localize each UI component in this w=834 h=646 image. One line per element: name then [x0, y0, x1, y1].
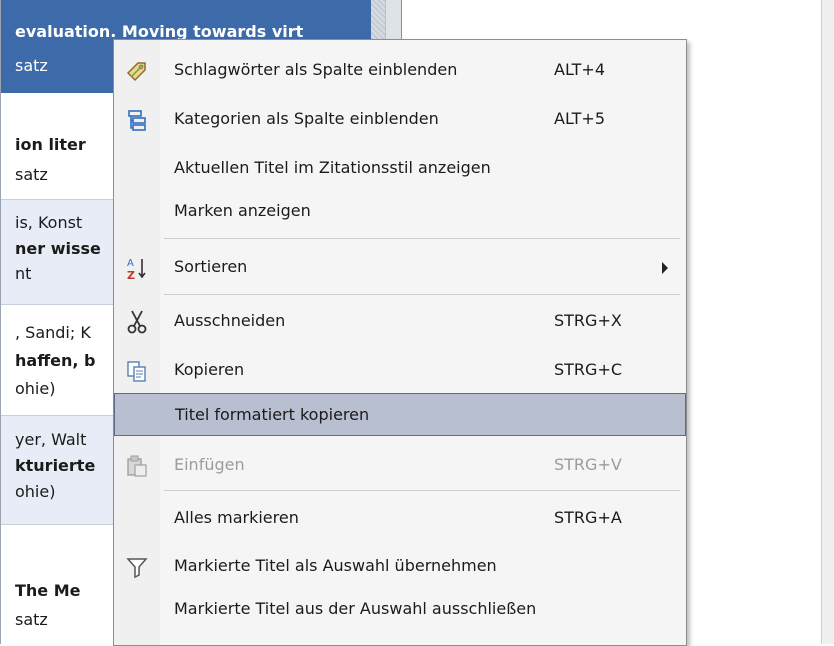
menu-item-show-keywords-column[interactable]: Schlagwörter als Spalte einblenden ALT+4 — [114, 47, 686, 96]
menu-item-show-categories-column[interactable]: Kategorien als Spalte einblenden ALT+5 — [114, 96, 686, 145]
menu-item-shortcut: ALT+5 — [554, 109, 606, 128]
tag-icon — [124, 58, 150, 84]
menu-item-label: Schlagwörter als Spalte einblenden — [174, 60, 458, 79]
submenu-arrow-icon — [662, 262, 668, 274]
menu-item-copy[interactable]: Kopieren STRG+C — [114, 347, 686, 396]
menu-item-label: Aktuellen Titel im Zitationsstil anzeige… — [174, 158, 491, 177]
menu-item-label: Titel formatiert kopieren — [175, 405, 370, 424]
menu-item-label: Kategorien als Spalte einblenden — [174, 109, 439, 128]
scissors-icon — [124, 309, 150, 335]
sort-az-icon: AZ — [124, 255, 150, 281]
list-item-title: ner wisse — [15, 239, 101, 258]
menu-item-shortcut: STRG+A — [554, 508, 622, 527]
menu-item-label: Markierte Titel als Auswahl übernehmen — [174, 556, 497, 575]
list-item-type: satz — [15, 56, 48, 75]
menu-item-label: Kopieren — [174, 360, 245, 379]
menu-item-label: Marken anzeigen — [174, 201, 311, 220]
menu-item-label: Alles markieren — [174, 508, 299, 527]
copy-icon — [124, 358, 150, 384]
paste-icon — [124, 453, 150, 479]
menu-item-sort[interactable]: AZ Sortieren — [114, 244, 686, 293]
category-tree-icon — [124, 107, 150, 133]
window-edge — [821, 0, 834, 644]
svg-text:Z: Z — [127, 269, 135, 281]
svg-text:A: A — [127, 258, 134, 269]
menu-item-label: Ausschneiden — [174, 311, 286, 330]
menu-separator — [164, 490, 680, 491]
menu-item-select-all[interactable]: Alles markieren STRG+A — [114, 495, 686, 544]
menu-item-shortcut: ALT+4 — [554, 60, 606, 79]
list-item-title: The Me — [15, 581, 81, 600]
menu-item-shortcut: STRG+X — [554, 311, 622, 330]
context-menu: Schlagwörter als Spalte einblenden ALT+4… — [113, 39, 687, 646]
menu-item-shortcut: STRG+C — [554, 360, 623, 379]
menu-item-show-marks[interactable]: Marken anzeigen — [114, 188, 686, 237]
list-item-type: ohie) — [15, 379, 56, 398]
menu-item-apply-selection[interactable]: Markierte Titel als Auswahl übernehmen — [114, 543, 686, 592]
menu-item-copy-formatted[interactable]: Titel formatiert kopieren — [114, 393, 686, 436]
menu-item-show-citation-style[interactable]: Aktuellen Titel im Zitationsstil anzeige… — [114, 145, 686, 194]
menu-item-cut[interactable]: Ausschneiden STRG+X — [114, 298, 686, 347]
menu-separator — [164, 238, 680, 239]
menu-item-paste[interactable]: Einfügen STRG+V — [114, 442, 686, 491]
menu-item-exclude-selection[interactable]: Markierte Titel aus der Auswahl ausschli… — [114, 586, 686, 635]
menu-separator — [164, 294, 680, 295]
filter-icon — [124, 554, 150, 580]
list-item-authors: yer, Walt — [15, 430, 87, 449]
list-item-title: ion liter — [15, 135, 86, 154]
menu-item-shortcut: STRG+V — [554, 455, 622, 474]
list-item-type: ohie) — [15, 482, 56, 501]
list-item-type: satz — [15, 165, 48, 184]
list-item-type: satz — [15, 610, 48, 629]
list-item-authors: is, Konst — [15, 213, 83, 232]
menu-item-label: Sortieren — [174, 257, 248, 276]
list-item-title: haffen, b — [15, 351, 96, 370]
list-item-authors: , Sandi; K — [15, 323, 91, 342]
menu-item-label: Einfügen — [174, 455, 245, 474]
list-item-title: kturierte — [15, 456, 96, 475]
list-item-type: nt — [15, 264, 32, 283]
menu-item-label: Markierte Titel aus der Auswahl ausschli… — [174, 599, 537, 618]
